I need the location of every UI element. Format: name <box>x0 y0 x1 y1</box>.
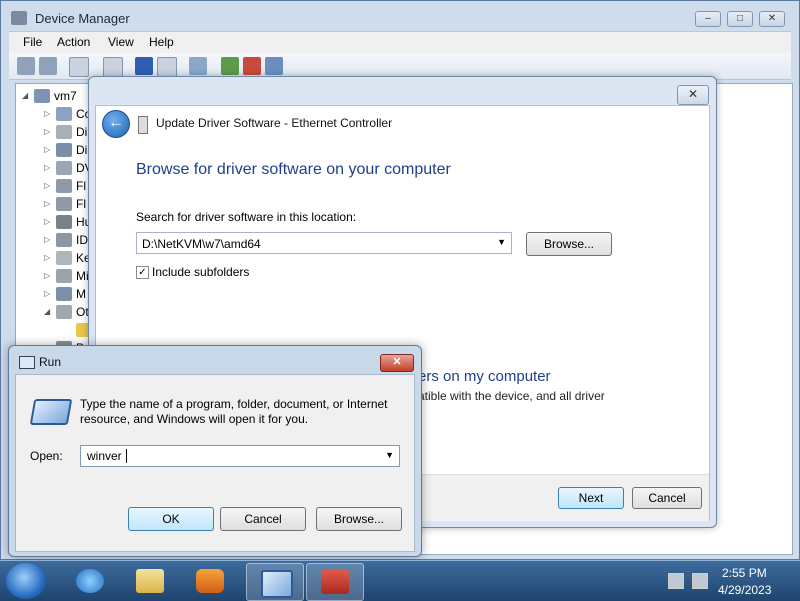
close-button[interactable]: ✕ <box>759 11 785 27</box>
taskbar-run[interactable] <box>246 563 304 601</box>
tree-item[interactable]: ▷ Mi <box>44 268 94 286</box>
menu-action[interactable]: Action <box>57 35 90 49</box>
menu-help[interactable]: Help <box>149 35 174 49</box>
chevron-down-icon[interactable]: ▼ <box>497 237 506 247</box>
page-heading: Browse for driver software on your compu… <box>136 161 451 178</box>
update-driver-icon[interactable] <box>221 57 239 75</box>
maximize-button[interactable]: □ <box>727 11 753 27</box>
tree-item[interactable]: ▷ DV <box>44 160 94 178</box>
browse-button[interactable]: Browse... <box>316 507 402 531</box>
text-cursor <box>126 449 127 463</box>
search-location-label: Search for driver software in this locat… <box>136 210 357 224</box>
taskbar <box>0 560 800 601</box>
toolbox-icon <box>321 570 349 594</box>
forward-arrow-icon[interactable] <box>39 57 57 75</box>
keyboard-icon <box>56 251 72 265</box>
driver-path-value: D:\NetKVM\w7\amd64 <box>142 237 261 251</box>
tree-item[interactable]: ◢ Ot <box>44 304 94 322</box>
clock-time[interactable]: 2:55 PM <box>722 566 767 580</box>
dialog-title: Update Driver Software - Ethernet Contro… <box>156 116 393 130</box>
run-title: Run <box>39 355 62 369</box>
open-input[interactable]: winver ▼ <box>80 445 400 467</box>
run-description: Type the name of a program, folder, docu… <box>80 397 388 426</box>
cancel-button[interactable]: Cancel <box>632 487 702 509</box>
taskbar-file-explorer[interactable] <box>122 563 178 599</box>
window-title: Device Manager <box>35 11 130 26</box>
menu-view[interactable]: View <box>108 35 134 49</box>
browse-button[interactable]: Browse... <box>526 232 612 256</box>
dvd-icon <box>56 161 72 175</box>
include-subfolders-checkbox[interactable]: ✓ <box>136 266 149 279</box>
tree-item[interactable]: ▷ Di <box>44 124 94 142</box>
folder-icon <box>136 569 164 593</box>
other-devices-icon <box>56 305 72 319</box>
monitor-icon <box>56 287 72 301</box>
device-icon <box>56 107 72 121</box>
floppy-icon <box>56 197 72 211</box>
taskbar-media-player[interactable] <box>182 563 238 599</box>
cancel-button[interactable]: Cancel <box>220 507 306 531</box>
tree-item[interactable]: ▷ Fl <box>44 178 94 196</box>
disk-icon <box>56 125 72 139</box>
device-manager-icon <box>11 11 27 25</box>
volume-muted-icon[interactable] <box>692 573 708 589</box>
floppy-icon <box>56 179 72 193</box>
computer-icon <box>34 89 50 103</box>
taskbar-internet-explorer[interactable] <box>62 563 118 599</box>
hid-icon <box>56 215 72 229</box>
properties-icon[interactable] <box>103 57 123 77</box>
tree-item[interactable]: ▷ Ke <box>44 250 94 268</box>
tree-item[interactable]: ▷ Di <box>44 142 94 160</box>
pick-from-list-description: atible with the device, and all driver <box>418 389 605 403</box>
open-input-value: winver <box>87 449 122 463</box>
pick-from-list-link[interactable]: ers on my computer <box>418 368 551 385</box>
driver-path-combobox[interactable]: D:\NetKVM\w7\amd64 ▼ <box>136 232 512 254</box>
display-icon <box>56 143 72 157</box>
uninstall-icon[interactable] <box>243 57 261 75</box>
next-button[interactable]: Next <box>558 487 624 509</box>
dialog-close-button[interactable]: ✕ <box>677 85 709 105</box>
internet-explorer-icon <box>76 569 104 593</box>
tree-item[interactable]: ▷ ID <box>44 232 94 250</box>
chevron-down-icon[interactable]: ▼ <box>385 450 394 460</box>
network-warning-icon[interactable] <box>668 573 684 589</box>
tree-item[interactable]: ▷ Fl <box>44 196 94 214</box>
minimize-button[interactable]: – <box>695 11 721 27</box>
device-manager-titlebar: Device Manager – □ ✕ <box>9 7 789 31</box>
tree-item[interactable]: ▷ Co <box>44 106 94 124</box>
ok-button[interactable]: OK <box>128 507 214 531</box>
include-subfolders-label[interactable]: Include subfolders <box>152 265 249 279</box>
collapse-arrow-icon[interactable]: ◢ <box>22 91 28 100</box>
start-orb-icon[interactable] <box>6 563 46 599</box>
run-content: Type the name of a program, folder, docu… <box>15 374 415 552</box>
back-arrow-icon[interactable]: ← <box>102 110 130 138</box>
help-icon[interactable] <box>135 57 153 75</box>
scan-hardware-icon[interactable] <box>189 57 207 75</box>
show-hide-tree-icon[interactable] <box>69 57 89 77</box>
run-icon <box>261 570 293 598</box>
back-arrow-icon[interactable] <box>17 57 35 75</box>
open-label: Open: <box>30 449 63 463</box>
taskbar-device-manager[interactable] <box>306 563 364 601</box>
media-player-icon <box>196 569 224 593</box>
close-button[interactable]: ✕ <box>380 354 414 372</box>
enable-device-icon[interactable] <box>265 57 283 75</box>
ide-icon <box>56 233 72 247</box>
run-dialog: Run ✕ Type the name of a program, folder… <box>8 345 422 557</box>
tree-item[interactable]: ▷ Hu <box>44 214 94 232</box>
tree-item[interactable]: ▷ M <box>44 286 94 304</box>
menu-bar: File Action View Help <box>9 31 791 54</box>
run-icon <box>29 399 73 425</box>
clock-date[interactable]: 4/29/2023 <box>718 583 771 597</box>
run-title-icon <box>19 356 35 369</box>
mouse-icon <box>56 269 72 283</box>
menu-file[interactable]: File <box>23 35 42 49</box>
view-icon[interactable] <box>157 57 177 77</box>
device-icon <box>138 116 148 134</box>
